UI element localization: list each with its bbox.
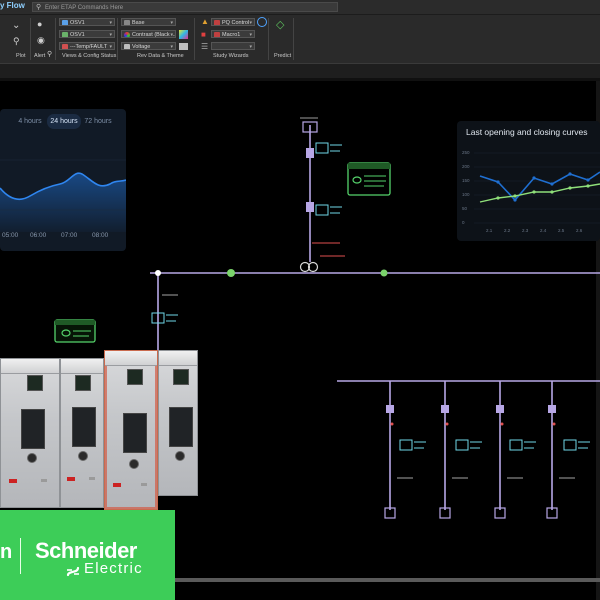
sensor-widget[interactable] [54,319,96,343]
trend-area [0,173,126,232]
range-option[interactable]: 72 hours [82,114,114,129]
breaker[interactable] [306,202,314,212]
curves-card-title: Last opening and closing curves [466,127,588,137]
breaker[interactable] [441,405,449,413]
breaker[interactable] [306,148,314,158]
curves-line-chart [474,152,600,224]
relay[interactable] [455,439,469,451]
switchgear-cabinet [0,358,60,508]
relay[interactable] [563,439,577,451]
x-tick: 06:00 [30,232,47,239]
x-tick: 2.2 [504,228,511,233]
relay[interactable] [315,142,329,154]
y-tick: 0 [462,220,465,225]
relay[interactable] [399,439,413,451]
range-option-active[interactable]: 24 hours [47,114,81,129]
x-tick: 2.3 [522,228,529,233]
x-tick: 05:00 [2,232,19,239]
breaker[interactable] [386,405,394,413]
range-option[interactable]: 4 hours [14,114,46,129]
canvas-bottom-scrollbar[interactable] [175,578,600,582]
brand-logo-icon [66,566,80,577]
switchgear-cabinet [60,358,104,508]
switchgear-cabinet-highlighted [104,350,158,510]
banner-divider [20,538,21,574]
x-tick: 2.5 [558,228,565,233]
y-tick: 250 [462,150,470,155]
curves-x-axis: 2.1 2.2 2.3 2.4 2.5 2.6 [482,228,592,236]
banner-text-fragment: n [0,541,13,563]
switchgear-cabinet [158,350,198,496]
y-tick: 200 [462,164,470,169]
bus-node[interactable] [155,270,161,276]
y-tick: 50 [462,206,468,211]
x-tick: 2.1 [486,228,493,233]
trend-x-axis: 05:00 06:00 07:00 08:00 [0,232,126,242]
x-tick: 2.6 [576,228,583,233]
transformer-symbol[interactable] [299,261,319,273]
x-tick: 2.4 [540,228,547,233]
trend-area-chart [0,159,126,232]
relay[interactable] [509,439,523,451]
y-tick: 100 [462,192,470,197]
relay[interactable] [315,204,329,216]
x-tick: 07:00 [61,232,78,239]
breaker[interactable] [548,405,556,413]
sensor-widget[interactable] [347,162,391,196]
brand-subname: Electric [84,560,143,577]
y-tick: 150 [462,178,470,183]
bus-node[interactable] [227,269,235,277]
x-tick: 08:00 [92,232,109,239]
breaker[interactable] [496,405,504,413]
bus-node[interactable] [380,269,388,277]
